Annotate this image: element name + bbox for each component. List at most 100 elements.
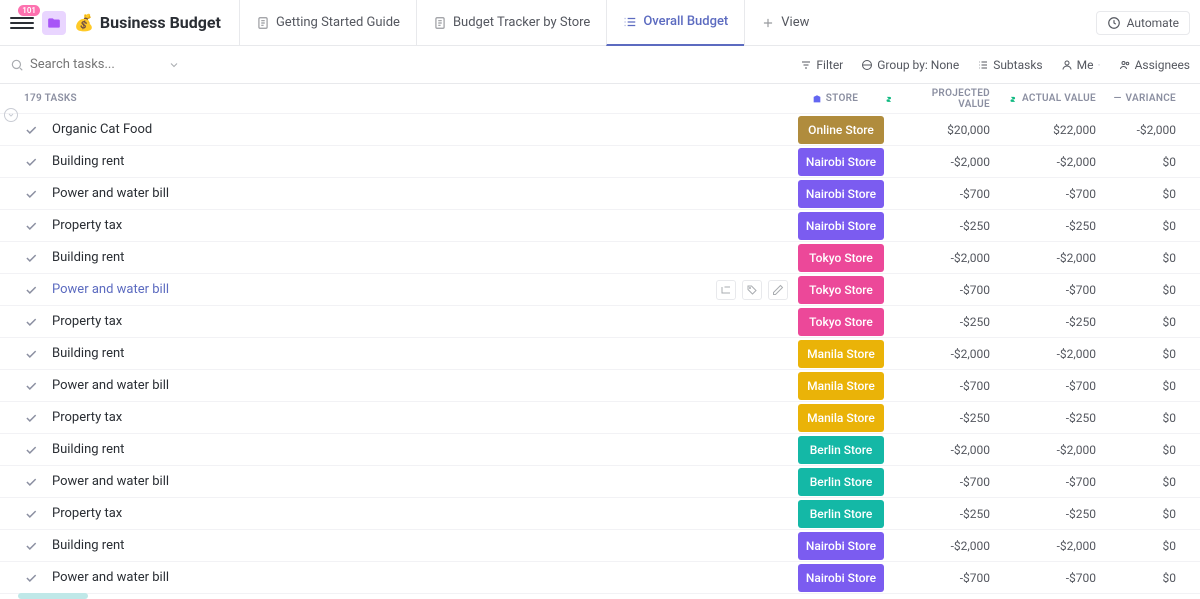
- store-tag[interactable]: Tokyo Store: [798, 308, 884, 336]
- check-icon[interactable]: [24, 443, 38, 457]
- check-icon[interactable]: [24, 123, 38, 137]
- task-row[interactable]: Power and water billManila Store-$700-$7…: [0, 370, 1200, 402]
- tag-action-icon[interactable]: [742, 280, 762, 300]
- task-row[interactable]: Building rentNairobi Store-$2,000-$2,000…: [0, 530, 1200, 562]
- scroll-indicator: [18, 593, 88, 599]
- tab-add-view[interactable]: View: [744, 0, 825, 46]
- store-tag[interactable]: Nairobi Store: [798, 212, 884, 240]
- subtasks-icon: [977, 59, 989, 71]
- store-tag[interactable]: Berlin Store: [798, 468, 884, 496]
- task-row[interactable]: Building rentManila Store-$2,000-$2,000$…: [0, 338, 1200, 370]
- store-tag[interactable]: Nairobi Store: [798, 532, 884, 560]
- projected-value: -$2,000: [884, 347, 990, 361]
- automate-button[interactable]: Automate: [1096, 11, 1190, 35]
- check-icon[interactable]: [24, 155, 38, 169]
- store-tag[interactable]: Nairobi Store: [798, 180, 884, 208]
- check-icon[interactable]: [24, 507, 38, 521]
- task-row[interactable]: Power and water billNairobi Store-$700-$…: [0, 178, 1200, 210]
- task-row[interactable]: Property taxBerlin Store-$250-$250$0: [0, 498, 1200, 530]
- variance-value: $0: [1096, 379, 1176, 393]
- column-store[interactable]: STORE: [786, 93, 884, 104]
- check-icon[interactable]: [24, 283, 38, 297]
- tab-overall-budget[interactable]: Overall Budget: [606, 0, 744, 46]
- actual-value: -$700: [990, 379, 1096, 393]
- task-rows: Organic Cat FoodOnline Store$20,000$22,0…: [0, 114, 1200, 598]
- check-icon[interactable]: [24, 251, 38, 265]
- task-row[interactable]: Power and water billBerlin Store-$700-$7…: [0, 466, 1200, 498]
- check-icon[interactable]: [24, 379, 38, 393]
- search-box[interactable]: [10, 57, 180, 72]
- variance-value: $0: [1096, 443, 1176, 457]
- projected-value: $20,000: [884, 123, 990, 137]
- subtasks-button[interactable]: Subtasks: [977, 58, 1042, 72]
- check-icon[interactable]: [24, 539, 38, 553]
- store-tag[interactable]: Manila Store: [798, 372, 884, 400]
- projected-value: -$700: [884, 187, 990, 201]
- row-actions: [716, 280, 788, 300]
- tab-getting-started[interactable]: Getting Started Guide: [239, 0, 416, 46]
- task-row[interactable]: Building rentNairobi Store-$2,000-$2,000…: [0, 146, 1200, 178]
- task-name: Building rent: [52, 250, 798, 265]
- check-icon[interactable]: [24, 315, 38, 329]
- check-icon[interactable]: [24, 219, 38, 233]
- store-tag[interactable]: Manila Store: [798, 404, 884, 432]
- variance-value: $0: [1096, 315, 1176, 329]
- check-icon[interactable]: [24, 475, 38, 489]
- subtask-action-icon[interactable]: [716, 280, 736, 300]
- collapse-indicator[interactable]: [4, 108, 18, 122]
- check-icon[interactable]: [24, 347, 38, 361]
- filter-button[interactable]: Filter: [800, 58, 843, 72]
- edit-action-icon[interactable]: [768, 280, 788, 300]
- store-tag[interactable]: Berlin Store: [798, 436, 884, 464]
- store-tag[interactable]: Berlin Store: [798, 500, 884, 528]
- variance-value: $0: [1096, 571, 1176, 585]
- actual-value: -$250: [990, 411, 1096, 425]
- projected-value: -$250: [884, 507, 990, 521]
- variance-value: $0: [1096, 219, 1176, 233]
- check-icon[interactable]: [24, 571, 38, 585]
- search-input[interactable]: [30, 57, 150, 72]
- column-tasks[interactable]: 179 TASKS: [24, 93, 786, 104]
- task-row[interactable]: Property taxNairobi Store-$250-$250$0: [0, 210, 1200, 242]
- task-name: Building rent: [52, 346, 798, 361]
- column-variance[interactable]: — VARIANCE: [1096, 93, 1176, 104]
- task-row[interactable]: Power and water billTokyo Store-$700-$70…: [0, 274, 1200, 306]
- tab-budget-tracker[interactable]: Budget Tracker by Store: [416, 0, 606, 46]
- task-row[interactable]: Power and water billNairobi Store-$700-$…: [0, 562, 1200, 594]
- actual-value: -$2,000: [990, 443, 1096, 457]
- task-row[interactable]: Building rentTokyo Store-$2,000-$2,000$0: [0, 242, 1200, 274]
- store-tag[interactable]: Online Store: [798, 116, 884, 144]
- check-icon[interactable]: [24, 187, 38, 201]
- store-tag[interactable]: Tokyo Store: [798, 276, 884, 304]
- filter-icon: [800, 59, 812, 71]
- task-row[interactable]: Organic Cat FoodOnline Store$20,000$22,0…: [0, 114, 1200, 146]
- table-header: 179 TASKS STORE PROJECTED VALUE ACTUAL V…: [0, 84, 1200, 114]
- chevron-down-icon[interactable]: [168, 59, 180, 71]
- column-projected[interactable]: PROJECTED VALUE: [884, 88, 990, 110]
- store-tag[interactable]: Nairobi Store: [798, 564, 884, 592]
- task-row[interactable]: Property taxManila Store-$250-$250$0: [0, 402, 1200, 434]
- variance-value: $0: [1096, 411, 1176, 425]
- variance-value: $0: [1096, 539, 1176, 553]
- actual-value: -$700: [990, 475, 1096, 489]
- store-tag[interactable]: Tokyo Store: [798, 244, 884, 272]
- task-name: Organic Cat Food: [52, 122, 798, 137]
- task-row[interactable]: Building rentBerlin Store-$2,000-$2,000$…: [0, 434, 1200, 466]
- group-by-button[interactable]: Group by: None: [861, 58, 959, 72]
- actual-value: -$700: [990, 187, 1096, 201]
- check-icon[interactable]: [24, 411, 38, 425]
- page-title: Business Budget: [100, 13, 221, 32]
- assignees-button[interactable]: Assignees: [1119, 58, 1190, 72]
- folder-icon[interactable]: [42, 11, 66, 35]
- task-name: Property tax: [52, 314, 798, 329]
- actual-value: -$700: [990, 283, 1096, 297]
- variance-value: $0: [1096, 187, 1176, 201]
- tab-label: Overall Budget: [643, 14, 728, 29]
- task-row[interactable]: Property taxTokyo Store-$250-$250$0: [0, 306, 1200, 338]
- column-actual[interactable]: ACTUAL VALUE: [990, 93, 1096, 104]
- store-tag[interactable]: Nairobi Store: [798, 148, 884, 176]
- variance-value: $0: [1096, 283, 1176, 297]
- store-tag[interactable]: Manila Store: [798, 340, 884, 368]
- me-button[interactable]: Me ·: [1061, 58, 1101, 72]
- hamburger-menu[interactable]: 101: [10, 11, 34, 35]
